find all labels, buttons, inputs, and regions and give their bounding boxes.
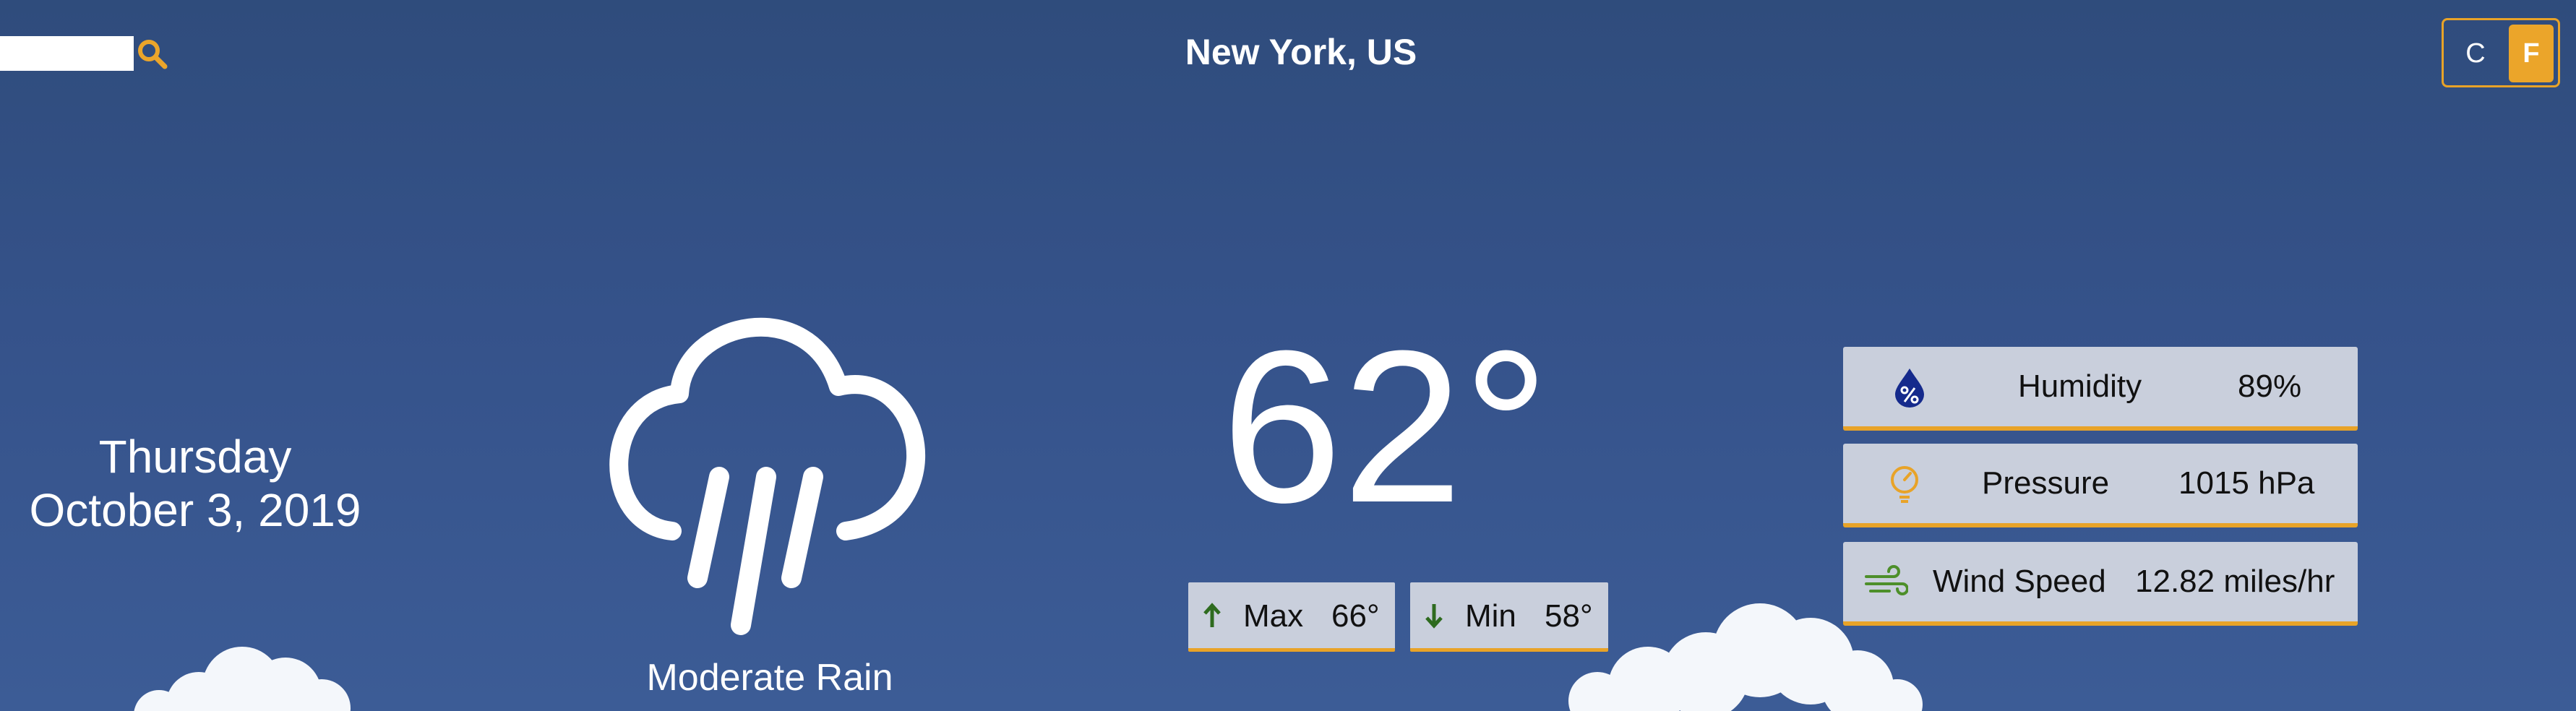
max-label: Max	[1243, 598, 1304, 634]
max-value: 66°	[1331, 598, 1380, 634]
wind-speed-card: Wind Speed 12.82 miles/hr	[1843, 542, 2358, 626]
fahrenheit-button[interactable]: F	[2509, 25, 2554, 82]
humidity-card: Humidity 89%	[1843, 347, 2358, 431]
current-temperature: 62°	[1222, 305, 1550, 548]
humidity-label: Humidity	[2018, 369, 2142, 404]
full-date-label: October 3, 2019	[29, 484, 361, 536]
pressure-value: 1015 hPa	[2178, 465, 2315, 501]
wind-icon	[1865, 565, 1908, 595]
min-value: 58°	[1545, 598, 1593, 634]
rain-cloud-icon	[609, 317, 925, 635]
arrow-down-icon	[1425, 604, 1443, 629]
unit-toggle: C F	[2442, 18, 2560, 87]
pressure-label: Pressure	[1982, 465, 2110, 501]
pressure-gauge-icon	[1891, 466, 1918, 503]
humidity-value: 89%	[2238, 369, 2302, 404]
cloud-left	[134, 647, 351, 711]
min-label: Min	[1465, 598, 1516, 634]
location-title: New York, US	[1185, 32, 1417, 72]
weekday-label: Thursday	[98, 431, 292, 483]
celsius-button[interactable]: C	[2455, 33, 2496, 74]
condition-label: Moderate Rain	[646, 657, 893, 699]
wind-speed-label: Wind Speed	[1933, 564, 2106, 599]
min-temperature-pill: Min 58°	[1410, 582, 1608, 652]
humidity-drop-icon	[1895, 369, 1924, 408]
max-temperature-pill: Max 66°	[1188, 582, 1395, 652]
arrow-up-icon	[1203, 603, 1221, 627]
wind-speed-value: 12.82 miles/hr	[2135, 564, 2335, 599]
pressure-card: Pressure 1015 hPa	[1843, 444, 2358, 527]
date-display: Thursday October 3, 2019	[0, 430, 390, 537]
search-icon[interactable]	[136, 38, 169, 71]
search-input[interactable]	[0, 36, 134, 71]
